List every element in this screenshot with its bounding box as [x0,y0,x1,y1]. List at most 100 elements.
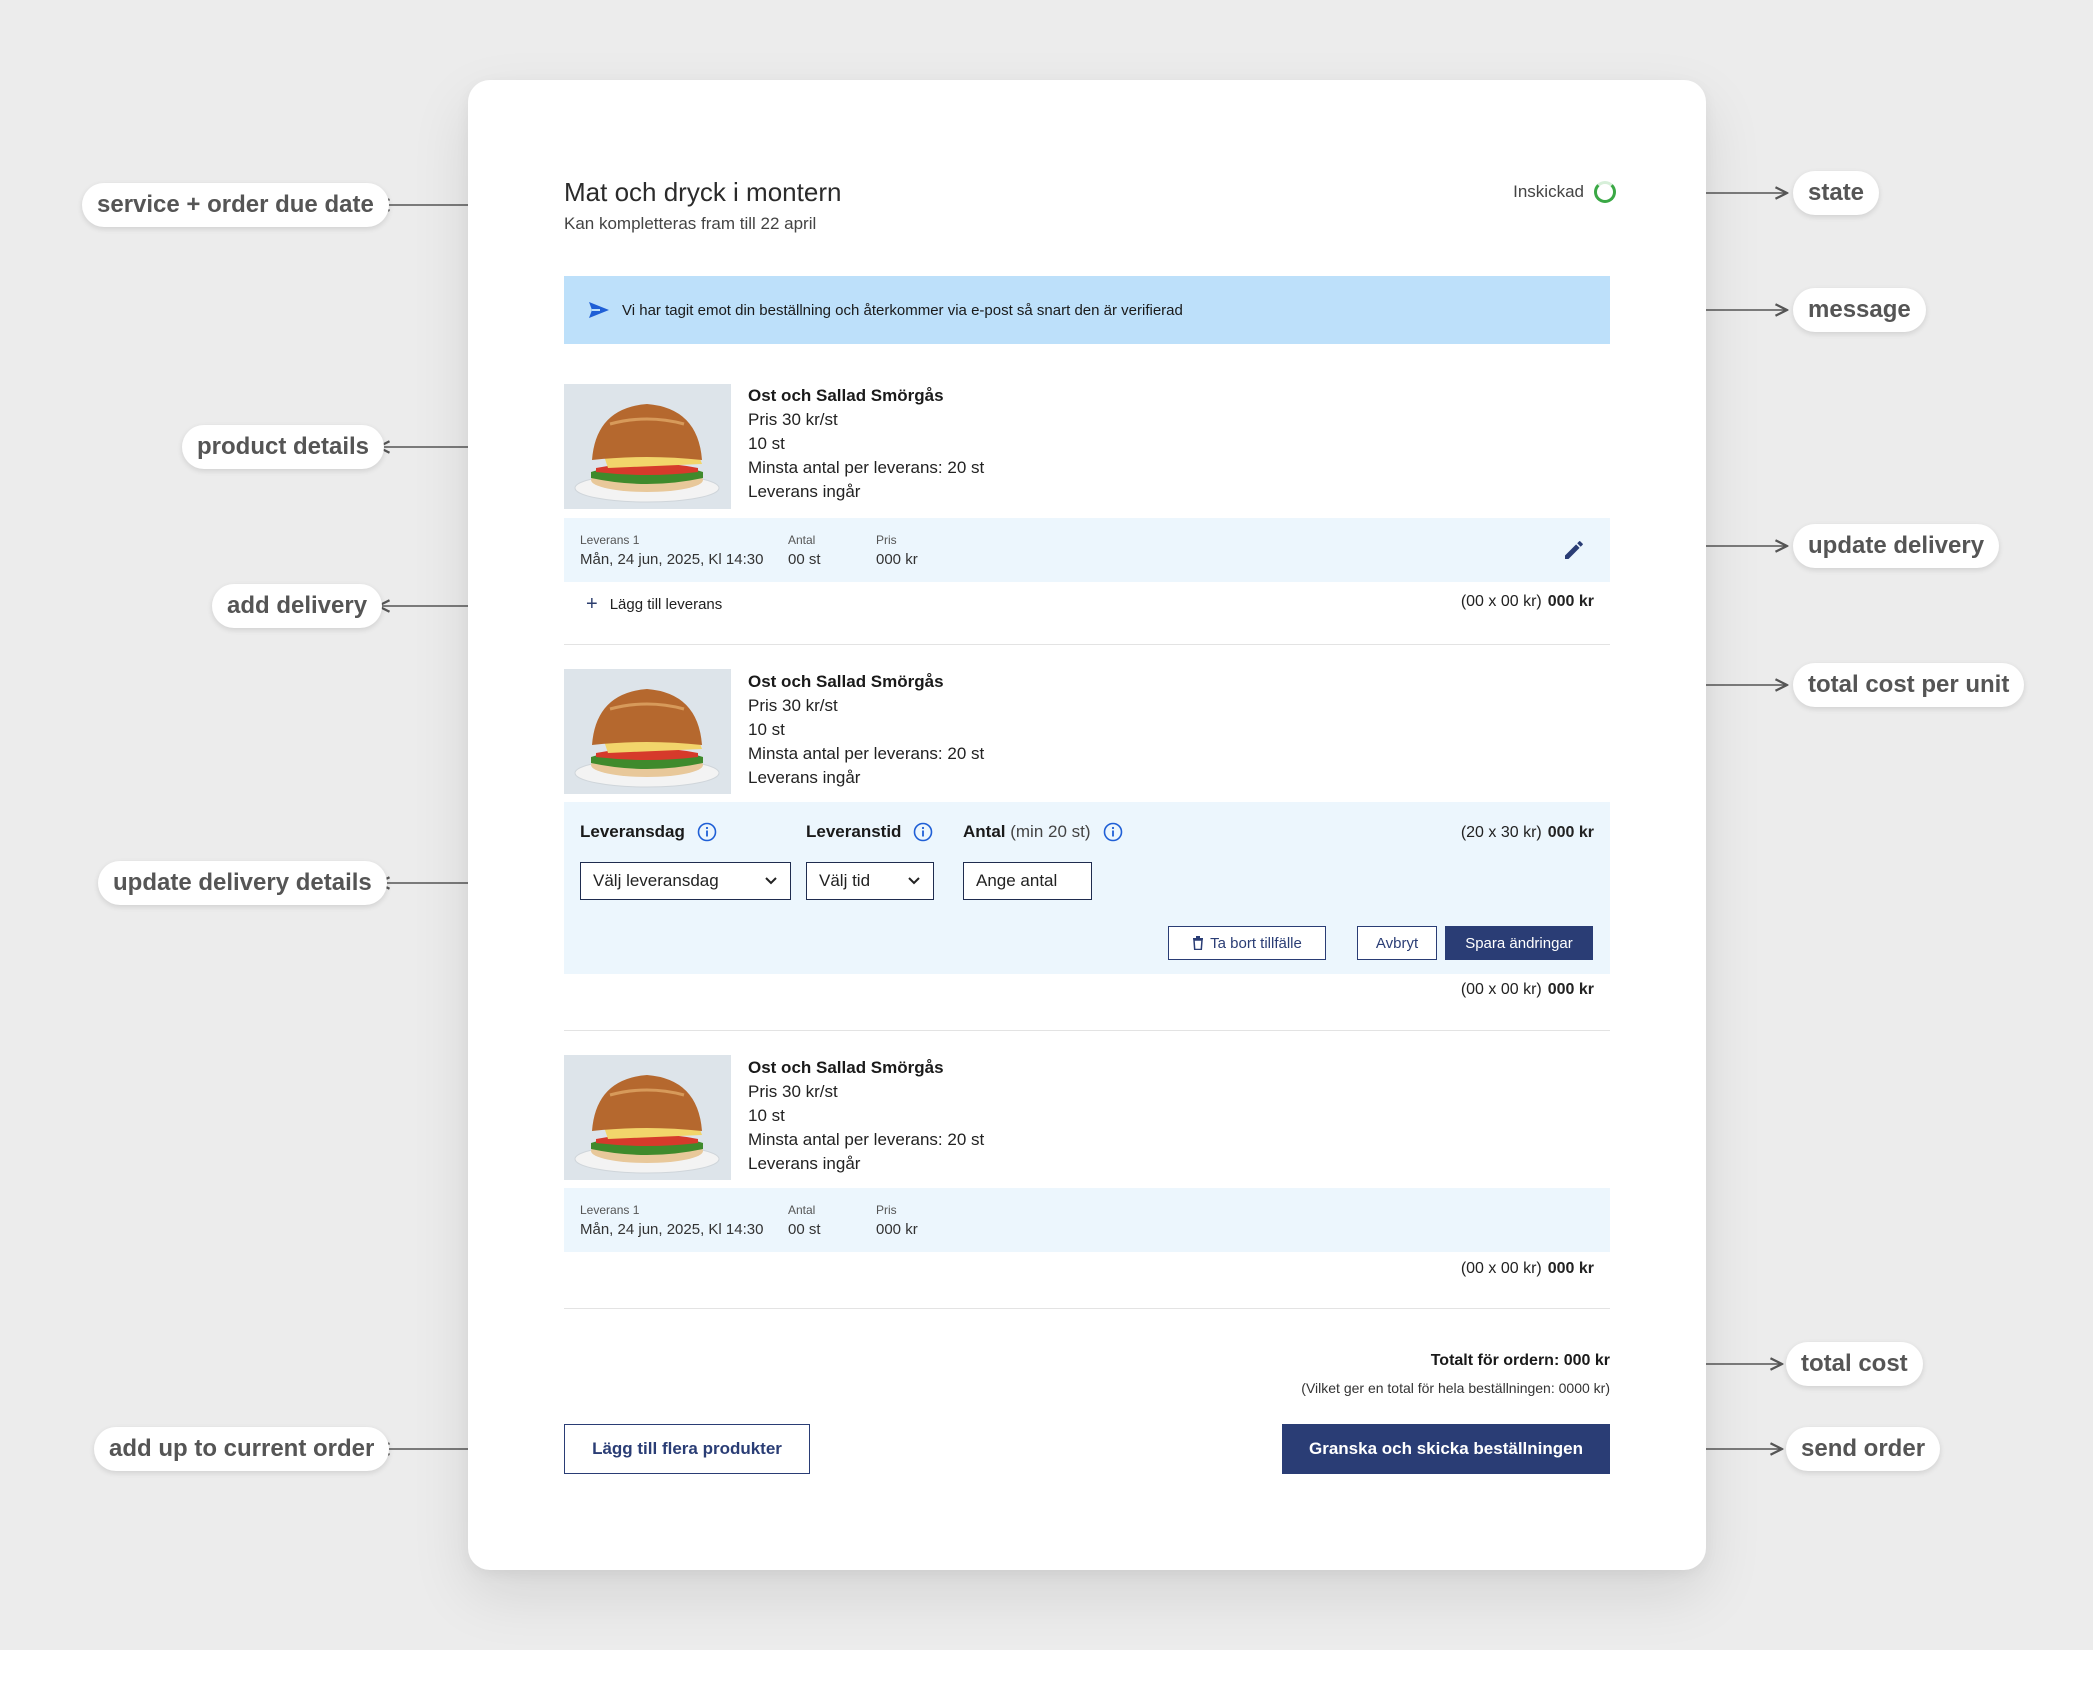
delivery-time-field-label: Leveranstid [806,822,933,842]
product-quantity: 10 st [748,434,785,453]
product-delivery-included: Leverans ingår [748,768,861,787]
delivery-edit-form: Leveransdag Leveranstid Antal (min 20 st… [564,802,1610,974]
info-icon[interactable] [1103,822,1123,842]
edit-cost: (20 x 30 kr) 000 kr [1461,824,1594,842]
add-products-label: Lägg till flera produkter [592,1439,782,1458]
message-text: Vi har tagit emot din beställning och åt… [622,301,1183,319]
chevron-down-icon [908,877,920,885]
annotation-update-delivery: update delivery [1793,524,2000,568]
cost-total: 000 kr [1547,593,1594,610]
delivery-price-label: Pris [876,533,897,547]
annotation-add-up: add up to current order [94,1427,390,1471]
edit-cost-formula: (20 x 30 kr) [1460,824,1542,841]
delivery-qty: 00 st [788,1221,821,1238]
overall-total: (Vilket ger en total för hela beställnin… [1301,1380,1610,1396]
annotation-service-date: service + order due date [82,183,389,227]
divider [564,1030,1610,1031]
info-icon[interactable] [913,822,933,842]
quantity-field-label: Antal (min 20 st) [963,822,1123,842]
status-label: Inskickad [1513,182,1584,201]
delivery-qty: 00 st [788,551,821,568]
pencil-icon[interactable] [1562,538,1586,562]
delivery-price-label: Pris [876,1203,897,1217]
product-name: Ost och Sallad Smörgås [748,1058,944,1077]
quantity-label: Antal [963,822,1006,841]
delivery-date: Mån, 24 jun, 2025, Kl 14:30 [580,551,764,568]
product-quantity: 10 st [748,720,785,739]
status-spinner-icon [1594,181,1616,203]
annotation-total-cost-per-unit: total cost per unit [1793,663,2025,707]
remove-occasion-button[interactable]: Ta bort tillfälle [1168,926,1326,960]
sandwich-image [564,1055,731,1180]
delivery-label: Leverans 1 [580,1203,640,1217]
product-quantity: 10 st [748,1106,785,1125]
product-name: Ost och Sallad Smörgås [748,386,944,405]
info-message: Vi har tagit emot din beställning och åt… [564,276,1610,344]
delivery-date: Mån, 24 jun, 2025, Kl 14:30 [580,1221,764,1238]
product-image [564,1055,731,1180]
page-title: Mat och dryck i montern [564,177,842,207]
product-details: Ost och Sallad Smörgås Pris 30 kr/st 10 … [748,670,984,790]
cost-formula: (00 x 00 kr) [1460,981,1542,998]
save-changes-label: Spara ändringar [1465,934,1573,952]
annotation-update-delivery-details: update delivery details [98,861,387,905]
add-products-button[interactable]: Lägg till flera produkter [564,1424,810,1474]
delivery-price: 000 kr [876,551,918,568]
delivery-day-select[interactable]: Välj leveransdag [580,862,791,900]
cost-total: 000 kr [1547,1260,1594,1277]
add-delivery-button[interactable]: + Lägg till leverans [586,594,722,614]
submit-order-button[interactable]: Granska och skicka beställningen [1282,1424,1610,1474]
quantity-input[interactable]: Ange antal [963,862,1092,900]
info-icon[interactable] [697,822,717,842]
cost-formula: (00 x 00 kr) [1460,1260,1542,1277]
annotation-total-cost: total cost [1786,1342,1923,1386]
delivery-day-field-label: Leveransdag [580,822,717,842]
delivery-qty-col: Antal 00 st [788,1202,821,1242]
sandwich-image [564,669,731,794]
quantity-hint: (min 20 st) [1010,822,1091,841]
cancel-label: Avbryt [1375,934,1419,952]
delivery-label: Leverans 1 [580,533,640,547]
remove-occasion-label: Ta bort tillfälle [1210,934,1302,952]
annotation-product-details: product details [182,425,385,469]
chevron-down-icon [765,877,777,885]
product-image [564,669,731,794]
product-details: Ost och Sallad Smörgås [660,384,944,408]
annotation-state: state [1793,171,1880,215]
product-min-per-delivery: Minsta antal per leverans: 20 st [748,458,985,477]
order-total: Totalt för ordern: 000 kr [1430,1352,1610,1369]
product-name: Ost och Sallad Smörgås [748,672,944,691]
product-details: Ost och Sallad Smörgås Pris 30 kr/st 10 … [748,1056,984,1176]
edit-cost-total: 000 kr [1547,824,1594,841]
delivery-qty-label: Antal [788,533,816,547]
product-delivery-included: Leverans ingår [748,482,861,501]
delivery-day-select-value: Välj leveransdag [593,871,719,890]
delivery-row[interactable]: Leverans 1 Mån, 24 jun, 2025, Kl 14:30 A… [564,1188,1610,1252]
delivery-qty-col: Antal 00 st [788,532,821,572]
cost-formula: (00 x 00 kr) [1460,593,1542,610]
annotation-add-delivery: add delivery [212,584,383,628]
product-min-per-delivery: Minsta antal per leverans: 20 st [748,744,985,763]
add-delivery-label: Lägg till leverans [609,595,723,613]
delivery-time-select[interactable]: Välj tid [806,862,934,900]
annotation-send-order: send order [1786,1427,1941,1471]
trash-icon [1193,936,1204,950]
product-cost: (00 x 00 kr) 000 kr [1461,1260,1594,1278]
product-info: Pris 30 kr/st 10 st Minsta antal per lev… [748,408,984,504]
submit-order-label: Granska och skicka beställningen [1308,1439,1583,1458]
product-price: Pris 30 kr/st [748,696,838,715]
delivery-time-label: Leveranstid [806,822,902,841]
order-due-date: Kan kompletteras fram till 22 april [564,214,817,233]
product-price: Pris 30 kr/st [748,1082,838,1101]
product-min-per-delivery: Minsta antal per leverans: 20 st [748,1130,985,1149]
order-card: Mat och dryck i montern Kan kompletteras… [468,80,1706,1570]
save-changes-button[interactable]: Spara ändringar [1445,926,1593,960]
divider [564,644,1610,645]
send-icon [589,302,609,318]
delivery-qty-label: Antal [788,1203,816,1217]
product-cost: (00 x 00 kr) 000 kr [1461,981,1594,999]
delivery-date-col: Leverans 1 Mån, 24 jun, 2025, Kl 14:30 [580,532,763,572]
product-cost: (00 x 00 kr) 000 kr [1461,593,1594,611]
delivery-row[interactable]: Leverans 1 Mån, 24 jun, 2025, Kl 14:30 A… [564,518,1610,582]
cancel-button[interactable]: Avbryt [1357,926,1437,960]
